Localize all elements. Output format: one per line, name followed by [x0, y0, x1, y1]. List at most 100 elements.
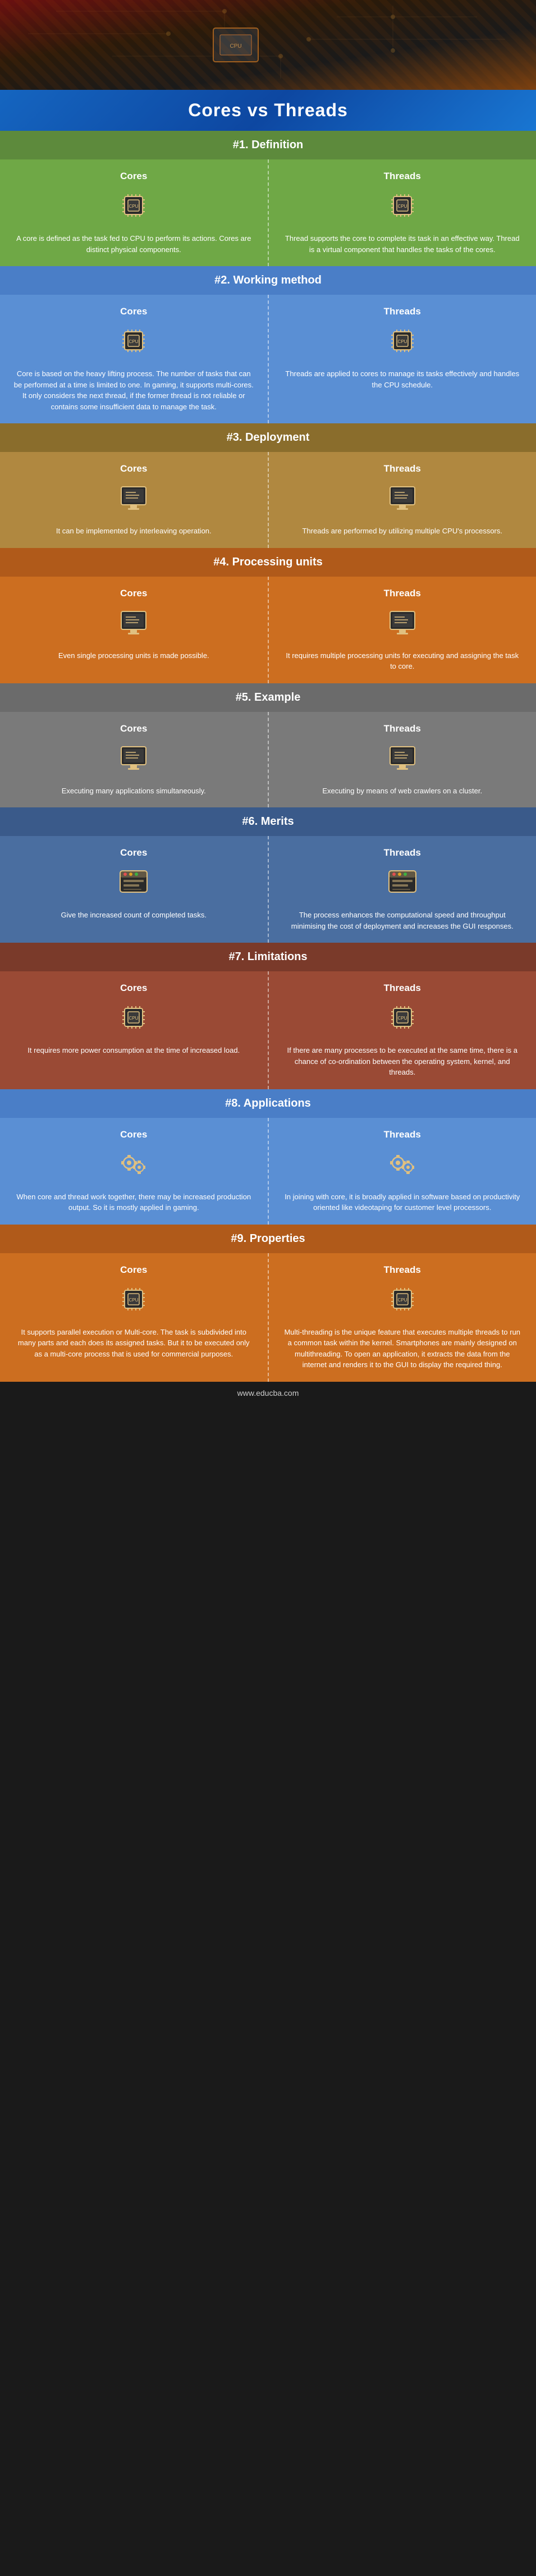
- section-3-cores-title: Cores: [13, 463, 254, 474]
- section-8-threads-text: In joining with core, it is broadly appl…: [282, 1191, 523, 1213]
- section-8-threads-col: Threads In joining with core, it is broa…: [269, 1118, 536, 1225]
- section-1-cores-col: Cores CPU A core is defined as the task …: [0, 159, 269, 266]
- section-6-header: #6. Merits: [0, 807, 536, 836]
- section-1-threads-title: Threads: [282, 171, 523, 182]
- section-2-threads-col: Threads CPU Threads are applied to cores…: [269, 295, 536, 423]
- section-4-threads-icon: [282, 606, 523, 645]
- section-2-threads-icon: CPU: [282, 324, 523, 363]
- sections-container: #1. DefinitionCores CPU A core is define…: [0, 131, 536, 1382]
- section-3-threads-text: Threads are performed by utilizing multi…: [282, 526, 523, 537]
- section-6-cores-text: Give the increased count of completed ta…: [13, 910, 254, 921]
- section-1-cores-icon: CPU: [13, 189, 254, 227]
- section-9-cores-text: It supports parallel execution or Multi-…: [13, 1327, 254, 1360]
- section-9-cores-icon: CPU: [13, 1282, 254, 1321]
- section-3-threads-icon: [282, 481, 523, 520]
- svg-text:CPU: CPU: [397, 204, 407, 209]
- section-1-body: Cores CPU A core is defined as the task …: [0, 159, 536, 266]
- section-8-body: Cores When core and thread work together…: [0, 1118, 536, 1225]
- section-6-threads-text: The process enhances the computational s…: [282, 910, 523, 931]
- section-8-cores-text: When core and thread work together, ther…: [13, 1191, 254, 1213]
- section-1-threads-col: Threads CPU Thread supports the core to …: [269, 159, 536, 266]
- section-2-threads-text: Threads are applied to cores to manage i…: [282, 368, 523, 390]
- section-8: #8. ApplicationsCores When core and thre…: [0, 1089, 536, 1225]
- section-6-threads-icon: [282, 865, 523, 904]
- section-9-cores-title: Cores: [13, 1264, 254, 1276]
- section-5: #5. ExampleCores Executing many applicat…: [0, 683, 536, 808]
- section-1-cores-text: A core is defined as the task fed to CPU…: [13, 233, 254, 255]
- section-9-header: #9. Properties: [0, 1225, 536, 1253]
- section-4-cores-text: Even single processing units is made pos…: [13, 650, 254, 661]
- section-6-cores-icon: [13, 865, 254, 904]
- section-1-threads-text: Thread supports the core to complete its…: [282, 233, 523, 255]
- section-1: #1. DefinitionCores CPU A core is define…: [0, 131, 536, 266]
- svg-text:CPU: CPU: [397, 1016, 407, 1021]
- section-7-header: #7. Limitations: [0, 943, 536, 971]
- section-3-cores-text: It can be implemented by interleaving op…: [13, 526, 254, 537]
- section-3-threads-col: Threads Threads are performed by utilizi…: [269, 452, 536, 548]
- section-5-threads-text: Executing by means of web crawlers on a …: [282, 785, 523, 797]
- section-5-threads-title: Threads: [282, 723, 523, 734]
- section-8-header: #8. Applications: [0, 1089, 536, 1118]
- section-9-threads-col: Threads CPU Multi-threading is the uniqu…: [269, 1253, 536, 1382]
- section-4-threads-text: It requires multiple processing units fo…: [282, 650, 523, 672]
- section-2-threads-title: Threads: [282, 306, 523, 317]
- section-3: #3. DeploymentCores It can be implemente…: [0, 423, 536, 548]
- page-title: Cores vs Threads: [11, 100, 525, 121]
- section-6-threads-col: Threads The process enhances the computa…: [269, 836, 536, 943]
- svg-text:CPU: CPU: [129, 339, 139, 344]
- section-9: #9. PropertiesCores CPU It supports para…: [0, 1225, 536, 1382]
- section-6-cores-title: Cores: [13, 847, 254, 858]
- section-6: #6. MeritsCores Give the increased count…: [0, 807, 536, 943]
- section-2-cores-text: Core is based on the heavy lifting proce…: [13, 368, 254, 412]
- section-6-cores-col: Cores Give the increased count of comple…: [0, 836, 269, 943]
- section-8-threads-icon: [282, 1147, 523, 1186]
- section-4-threads-title: Threads: [282, 588, 523, 599]
- svg-text:CPU: CPU: [129, 204, 139, 209]
- section-1-threads-icon: CPU: [282, 189, 523, 227]
- section-2-cores-col: Cores CPU Core is based on the heavy lif…: [0, 295, 269, 423]
- section-9-threads-title: Threads: [282, 1264, 523, 1276]
- hero-image: CPU: [0, 0, 536, 90]
- section-7-cores-col: Cores CPU It requires more power consump…: [0, 971, 269, 1089]
- section-9-threads-icon: CPU: [282, 1282, 523, 1321]
- svg-text:CPU: CPU: [397, 1298, 407, 1303]
- section-2-header: #2. Working method: [0, 266, 536, 295]
- section-2-body: Cores CPU Core is based on the heavy lif…: [0, 295, 536, 423]
- section-3-cores-icon: [13, 481, 254, 520]
- section-3-cores-col: Cores It can be implemented by interleav…: [0, 452, 269, 548]
- section-6-body: Cores Give the increased count of comple…: [0, 836, 536, 943]
- section-2-cores-title: Cores: [13, 306, 254, 317]
- section-7-threads-icon: CPU: [282, 1001, 523, 1039]
- svg-text:CPU: CPU: [397, 339, 407, 344]
- section-5-header: #5. Example: [0, 683, 536, 712]
- section-9-threads-text: Multi-threading is the unique feature th…: [282, 1327, 523, 1371]
- section-9-cores-col: Cores CPU It supports parallel execution…: [0, 1253, 269, 1382]
- section-1-header: #1. Definition: [0, 131, 536, 159]
- svg-text:CPU: CPU: [129, 1298, 139, 1303]
- section-5-threads-col: Threads Executing by means of web crawle…: [269, 712, 536, 808]
- section-4-cores-icon: [13, 606, 254, 645]
- section-5-cores-text: Executing many applications simultaneous…: [13, 785, 254, 797]
- main-title-bar: Cores vs Threads: [0, 90, 536, 131]
- section-3-header: #3. Deployment: [0, 423, 536, 452]
- section-1-cores-title: Cores: [13, 171, 254, 182]
- svg-text:CPU: CPU: [129, 1016, 139, 1021]
- section-8-threads-title: Threads: [282, 1129, 523, 1140]
- section-7-cores-icon: CPU: [13, 1001, 254, 1039]
- section-5-cores-title: Cores: [13, 723, 254, 734]
- footer-url: www.educba.com: [237, 1389, 299, 1397]
- section-3-threads-title: Threads: [282, 463, 523, 474]
- section-7-threads-col: Threads CPU If there are many processes …: [269, 971, 536, 1089]
- section-4: #4. Processing unitsCores Even single pr…: [0, 548, 536, 683]
- section-4-cores-title: Cores: [13, 588, 254, 599]
- section-5-cores-icon: [13, 741, 254, 780]
- section-4-cores-col: Cores Even single processing units is ma…: [0, 577, 269, 683]
- section-8-cores-col: Cores When core and thread work together…: [0, 1118, 269, 1225]
- section-5-threads-icon: [282, 741, 523, 780]
- section-8-cores-icon: [13, 1147, 254, 1186]
- section-2: #2. Working methodCores CPU Core is base…: [0, 266, 536, 423]
- footer: www.educba.com: [0, 1382, 536, 1404]
- section-2-cores-icon: CPU: [13, 324, 254, 363]
- section-9-body: Cores CPU It supports parallel execution…: [0, 1253, 536, 1382]
- section-5-body: Cores Executing many applications simult…: [0, 712, 536, 808]
